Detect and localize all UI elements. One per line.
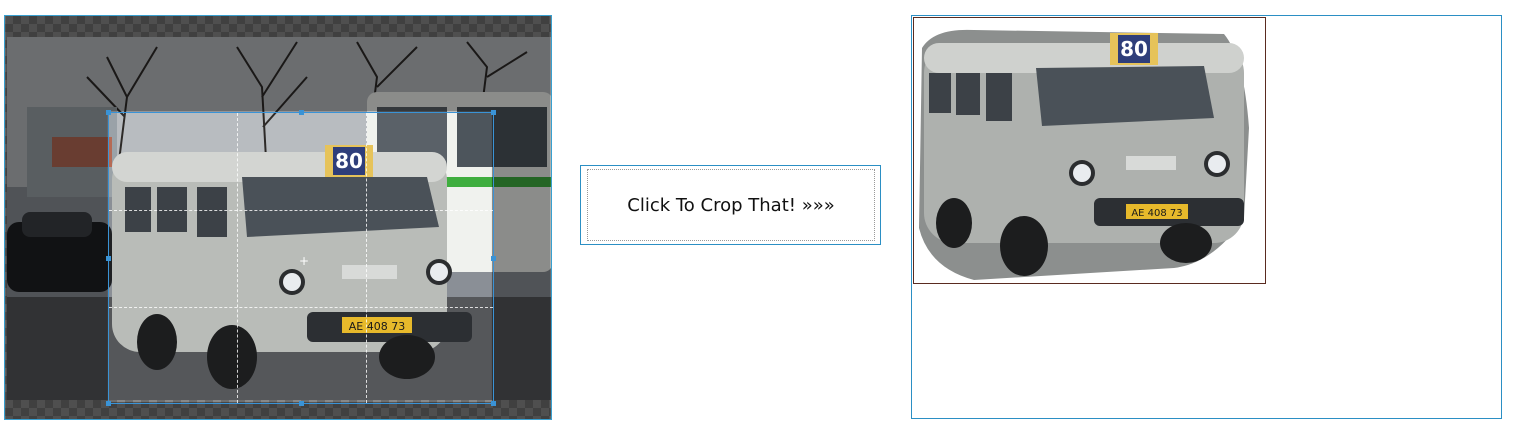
crop-handle-se[interactable]: [491, 401, 496, 406]
crop-handle-s[interactable]: [299, 401, 304, 406]
crop-handle-nw[interactable]: [106, 110, 111, 115]
crop-guide-vertical-2: [366, 113, 367, 403]
crop-guide-horizontal-1: [109, 210, 493, 211]
crop-guide-horizontal-2: [109, 307, 493, 308]
svg-text:AE 408 73: AE 408 73: [1131, 208, 1182, 219]
crop-handle-n[interactable]: [299, 110, 304, 115]
crop-result-panel: 80 AE 408 73: [911, 15, 1502, 419]
image-cropper[interactable]: 80 AE 408 73 +: [4, 15, 552, 420]
crop-button[interactable]: Click To Crop That! »»»: [587, 169, 875, 241]
cropped-image: 80 AE 408 73: [913, 17, 1266, 284]
crop-guide-vertical-1: [237, 113, 238, 403]
crop-handle-e[interactable]: [491, 256, 496, 261]
move-cursor-icon: +: [299, 254, 310, 268]
crop-handle-sw[interactable]: [106, 401, 111, 406]
crop-button-container: Click To Crop That! »»»: [580, 165, 881, 245]
svg-text:80: 80: [1120, 37, 1148, 61]
crop-handle-ne[interactable]: [491, 110, 496, 115]
cropped-photo: 80 AE 408 73: [914, 18, 1265, 283]
crop-selection[interactable]: +: [106, 110, 496, 406]
crop-handle-w[interactable]: [106, 256, 111, 261]
